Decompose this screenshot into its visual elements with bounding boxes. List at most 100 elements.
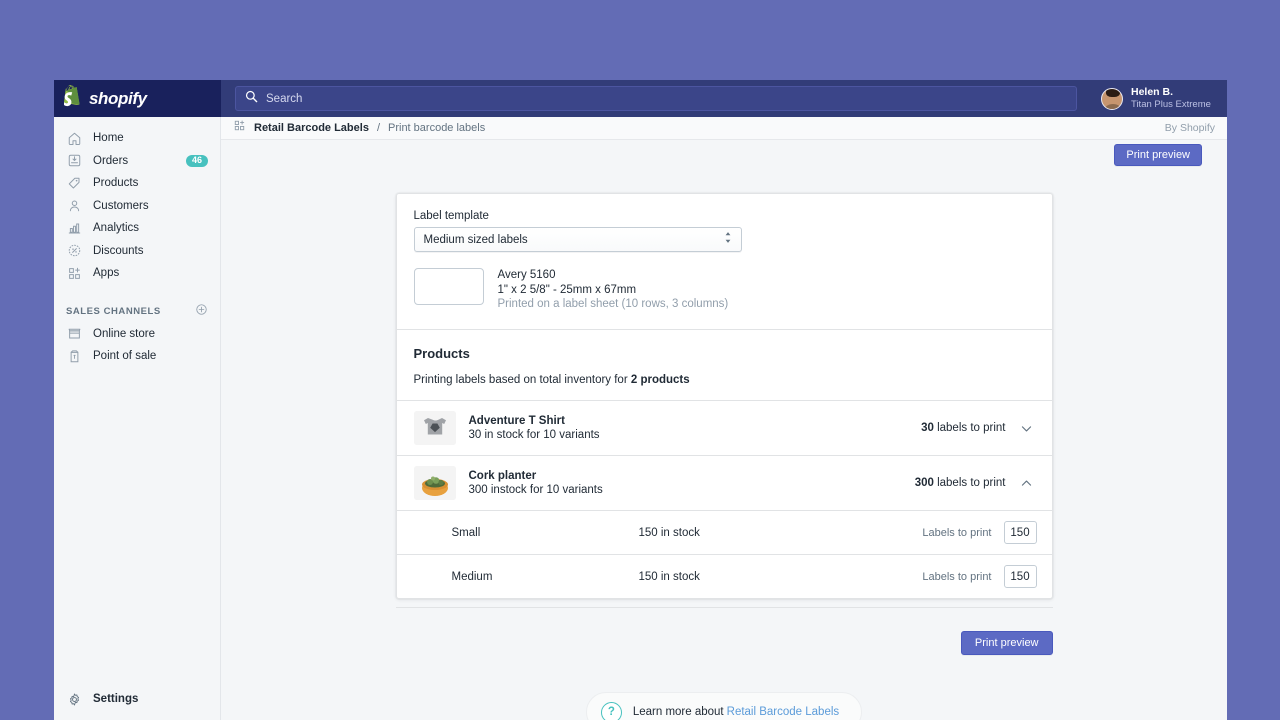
variant-qty-label: Labels to print bbox=[922, 571, 991, 583]
breadcrumb-page: Print barcode labels bbox=[388, 122, 485, 134]
product-name: Adventure T Shirt bbox=[469, 415, 909, 427]
variant-qty-label: Labels to print bbox=[922, 527, 991, 539]
sidebar-item-customers[interactable]: Customers bbox=[54, 195, 220, 218]
add-sales-channel-icon[interactable] bbox=[195, 303, 208, 321]
product-stock-line: 300 instock for 10 variants bbox=[469, 484, 902, 496]
sidebar-item-label: Home bbox=[93, 132, 124, 144]
by-shopify-label: By Shopify bbox=[1165, 122, 1215, 134]
body: Home Orders 46 Products bbox=[54, 117, 1227, 720]
label-template-selected-value: Medium sized labels bbox=[424, 234, 528, 246]
pos-icon bbox=[66, 348, 82, 364]
card-footer-area: Print preview bbox=[396, 607, 1053, 655]
products-title: Products bbox=[414, 346, 1035, 361]
label-template-field-label: Label template bbox=[414, 210, 1035, 222]
breadcrumb-app-name[interactable]: Retail Barcode Labels bbox=[254, 122, 369, 134]
variant-name: Small bbox=[452, 527, 627, 539]
sidebar-item-label: Products bbox=[93, 177, 138, 189]
product-meta: Adventure T Shirt 30 in stock for 10 var… bbox=[469, 415, 909, 441]
label-size-swatch bbox=[414, 268, 484, 305]
sales-channels-header: SALES CHANNELS bbox=[54, 301, 220, 323]
sidebar-item-orders[interactable]: Orders 46 bbox=[54, 150, 220, 173]
variant-stock: 150 in stock bbox=[639, 571, 911, 583]
screen: shopify Search Helen B. Ti bbox=[0, 0, 1280, 720]
sidebar-item-settings[interactable]: Settings bbox=[54, 684, 220, 714]
sidebar-item-label: Point of sale bbox=[93, 350, 156, 362]
print-labels-card: Label template Medium sized labels bbox=[396, 193, 1053, 599]
products-icon bbox=[66, 175, 82, 191]
learn-more-pill[interactable]: ? Learn more about Retail Barcode Labels bbox=[586, 692, 862, 720]
user-name: Helen B. bbox=[1131, 86, 1211, 99]
search-input[interactable]: Search bbox=[235, 86, 1077, 111]
sidebar: Home Orders 46 Products bbox=[54, 117, 221, 720]
top-bar: shopify Search Helen B. Ti bbox=[54, 80, 1227, 117]
variant-name: Medium bbox=[452, 571, 627, 583]
sidebar-item-discounts[interactable]: Discounts bbox=[54, 240, 220, 263]
variant-row: Medium 150 in stock Labels to print bbox=[397, 555, 1052, 598]
apps-icon bbox=[233, 119, 246, 137]
product-row[interactable]: Adventure T Shirt 30 in stock for 10 var… bbox=[397, 401, 1052, 455]
scroll-area: Label template Medium sized labels bbox=[221, 170, 1227, 720]
breadcrumb-left: Retail Barcode Labels / Print barcode la… bbox=[233, 119, 485, 137]
product-row[interactable]: Cork planter 300 instock for 10 variants… bbox=[397, 456, 1052, 510]
sidebar-item-label: Discounts bbox=[93, 245, 144, 257]
sidebar-item-point-of-sale[interactable]: Point of sale bbox=[54, 345, 220, 368]
template-details: Avery 5160 1" x 2 5/8" - 25mm x 67mm Pri… bbox=[498, 268, 729, 312]
analytics-icon bbox=[66, 220, 82, 236]
product-meta: Cork planter 300 instock for 10 variants bbox=[469, 470, 902, 496]
template-dimensions: 1" x 2 5/8" - 25mm x 67mm bbox=[498, 283, 729, 298]
content-column: Retail Barcode Labels / Print barcode la… bbox=[221, 117, 1227, 720]
sidebar-item-apps[interactable]: Apps bbox=[54, 262, 220, 285]
sidebar-item-label: Settings bbox=[93, 693, 138, 705]
home-icon bbox=[66, 130, 82, 146]
chevron-down-icon[interactable] bbox=[1019, 420, 1035, 436]
learn-more-text: Learn more about bbox=[633, 706, 724, 718]
avatar bbox=[1101, 88, 1123, 110]
print-preview-button-top[interactable]: Print preview bbox=[1114, 144, 1202, 166]
gear-icon bbox=[66, 691, 82, 707]
stepper-arrows-icon bbox=[724, 231, 732, 249]
products-section-header: Products Printing labels based on total … bbox=[397, 330, 1052, 400]
sidebar-item-label: Online store bbox=[93, 328, 155, 340]
product-labels-count: 30 labels to print bbox=[921, 422, 1005, 434]
search-icon bbox=[245, 90, 258, 108]
discounts-icon bbox=[66, 243, 82, 259]
breadcrumb: Retail Barcode Labels / Print barcode la… bbox=[221, 117, 1227, 140]
question-mark-icon: ? bbox=[601, 702, 622, 720]
product-thumbnail bbox=[414, 411, 456, 445]
orders-icon bbox=[66, 153, 82, 169]
sidebar-item-home[interactable]: Home bbox=[54, 127, 220, 150]
search-placeholder: Search bbox=[266, 93, 302, 105]
sidebar-item-label: Orders bbox=[93, 155, 128, 167]
user-shop-name: Titan Plus Extreme bbox=[1131, 99, 1211, 111]
user-menu[interactable]: Helen B. Titan Plus Extreme bbox=[1091, 80, 1227, 117]
sidebar-item-online-store[interactable]: Online store bbox=[54, 323, 220, 346]
label-template-section: Label template Medium sized labels bbox=[397, 194, 1052, 329]
shopify-logo[interactable]: shopify bbox=[54, 80, 221, 117]
top-action-bar: Print preview bbox=[221, 140, 1227, 170]
product-stock-line: 30 in stock for 10 variants bbox=[469, 429, 909, 441]
products-subtitle: Printing labels based on total inventory… bbox=[414, 374, 1035, 386]
product-name: Cork planter bbox=[469, 470, 902, 482]
sidebar-item-products[interactable]: Products bbox=[54, 172, 220, 195]
variant-row: Small 150 in stock Labels to print bbox=[397, 511, 1052, 554]
sidebar-item-analytics[interactable]: Analytics bbox=[54, 217, 220, 240]
chevron-up-icon[interactable] bbox=[1019, 475, 1035, 491]
variant-stock: 150 in stock bbox=[639, 527, 911, 539]
shopify-admin-window: shopify Search Helen B. Ti bbox=[54, 80, 1227, 720]
sidebar-spacer bbox=[54, 368, 220, 685]
sales-channels-title: SALES CHANNELS bbox=[66, 306, 161, 317]
label-template-select[interactable]: Medium sized labels bbox=[414, 227, 742, 252]
variant-qty-input[interactable] bbox=[1004, 521, 1037, 544]
product-labels-count: 300 labels to print bbox=[915, 477, 1006, 489]
template-name: Avery 5160 bbox=[498, 268, 729, 283]
variant-qty-input[interactable] bbox=[1004, 565, 1037, 588]
learn-more-link[interactable]: Retail Barcode Labels bbox=[727, 706, 840, 718]
shopify-bag-icon bbox=[64, 85, 84, 112]
search-area: Search bbox=[221, 80, 1091, 117]
print-preview-button-bottom[interactable]: Print preview bbox=[961, 631, 1053, 655]
sidebar-item-label: Analytics bbox=[93, 222, 139, 234]
customers-icon bbox=[66, 198, 82, 214]
store-icon bbox=[66, 326, 82, 342]
bottom-action-bar: Print preview bbox=[396, 608, 1053, 655]
template-preview-row: Avery 5160 1" x 2 5/8" - 25mm x 67mm Pri… bbox=[414, 268, 1035, 312]
